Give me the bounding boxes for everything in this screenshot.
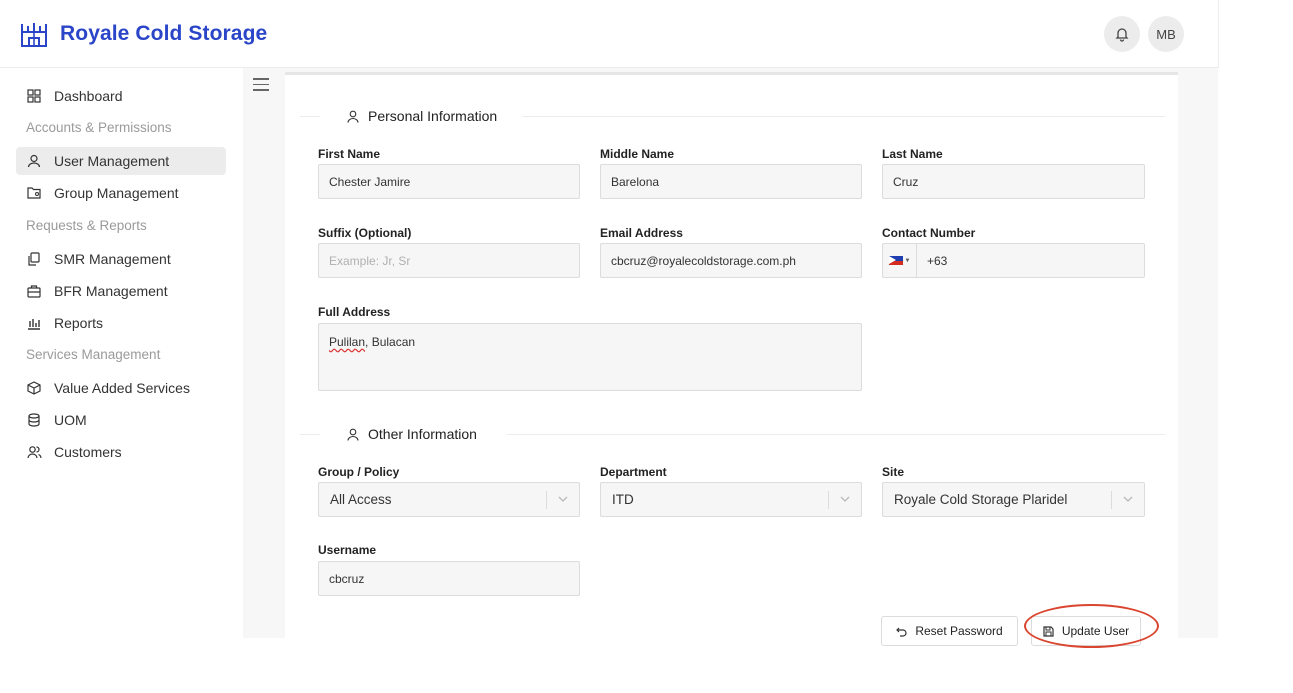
- header-divider: [1218, 0, 1219, 68]
- save-icon: [1043, 625, 1054, 637]
- user-form-card: Personal Information First Name Chester …: [285, 72, 1178, 646]
- sidebar-item-label: Group Management: [54, 185, 179, 201]
- section-divider: [507, 434, 1165, 435]
- last-name-label: Last Name: [882, 147, 943, 161]
- select-divider: [1111, 491, 1112, 509]
- section-divider: [522, 116, 1165, 117]
- user-avatar[interactable]: MB: [1148, 16, 1184, 52]
- department-label: Department: [600, 465, 667, 479]
- undo-icon: [896, 627, 907, 637]
- sidebar: Dashboard Accounts & Permissions User Ma…: [0, 68, 243, 638]
- section-title-text: Other Information: [368, 426, 477, 442]
- sidebar-item-label: Value Added Services: [54, 380, 190, 396]
- sidebar-toggle-column: [243, 68, 285, 638]
- sidebar-item-bfr-management[interactable]: BFR Management: [16, 277, 226, 305]
- notifications-button[interactable]: [1104, 16, 1140, 52]
- full-address-label: Full Address: [318, 305, 391, 319]
- chevron-down-icon: [1123, 496, 1133, 502]
- contact-number-input[interactable]: ▼ +63: [882, 243, 1145, 278]
- philippines-flag-icon: [888, 256, 903, 265]
- sidebar-item-group-management[interactable]: Group Management: [16, 179, 226, 207]
- full-address-textarea[interactable]: Pulilan, Bulacan: [318, 323, 862, 391]
- update-user-button[interactable]: Update User: [1031, 616, 1141, 646]
- chevron-down-icon: [840, 496, 850, 502]
- section-divider: [300, 434, 320, 435]
- address-rest: , Bulacan: [365, 335, 416, 349]
- group-policy-label: Group / Policy: [318, 465, 400, 479]
- middle-name-label: Middle Name: [600, 147, 675, 161]
- sidebar-item-reports[interactable]: Reports: [16, 309, 226, 337]
- select-divider: [546, 491, 547, 509]
- sidebar-item-label: UOM: [54, 412, 87, 428]
- database-icon: [26, 412, 42, 428]
- username-label: Username: [318, 543, 377, 557]
- group-policy-value: All Access: [330, 492, 392, 507]
- select-divider: [828, 491, 829, 509]
- main-content: Personal Information First Name Chester …: [285, 68, 1218, 646]
- contact-number-label: Contact Number: [882, 226, 976, 240]
- group-policy-select[interactable]: All Access: [318, 482, 580, 517]
- sidebar-item-value-added-services[interactable]: Value Added Services: [16, 374, 226, 402]
- bell-icon: [1115, 28, 1129, 42]
- grid-icon: [26, 88, 42, 104]
- sidebar-item-label: BFR Management: [54, 283, 168, 299]
- section-accounts-permissions: Accounts & Permissions: [26, 120, 172, 135]
- chevron-down-icon: [558, 496, 568, 502]
- last-name-input[interactable]: Cruz: [882, 164, 1145, 199]
- hamburger-menu-icon[interactable]: [253, 78, 269, 92]
- brand-logo-icon: [21, 23, 47, 47]
- country-code-selector[interactable]: ▼: [883, 244, 917, 277]
- sidebar-item-label: Reports: [54, 315, 104, 331]
- user-icon: [26, 153, 42, 169]
- sidebar-item-uom[interactable]: UOM: [16, 406, 226, 434]
- user-icon: [347, 428, 359, 441]
- site-value: Royale Cold Storage Plaridel: [894, 492, 1068, 507]
- sidebar-item-label: User Management: [54, 153, 170, 169]
- user-icon: [347, 110, 359, 123]
- username-input[interactable]: cbcruz: [318, 561, 580, 596]
- section-divider: [300, 116, 320, 117]
- copy-icon: [26, 251, 42, 267]
- contact-number-value: +63: [927, 253, 948, 268]
- department-select[interactable]: ITD: [600, 482, 862, 517]
- section-title-text: Personal Information: [368, 108, 498, 124]
- top-header: Royale Cold Storage MB: [0, 0, 1218, 68]
- reset-password-button[interactable]: Reset Password: [881, 616, 1018, 646]
- site-label: Site: [882, 465, 905, 479]
- department-value: ITD: [612, 492, 634, 507]
- site-select[interactable]: Royale Cold Storage Plaridel: [882, 482, 1145, 517]
- caret-down-icon: ▼: [904, 257, 911, 264]
- suffix-label: Suffix (Optional): [318, 226, 412, 240]
- first-name-input[interactable]: Chester Jamire: [318, 164, 580, 199]
- email-input[interactable]: cbcruz@royalecoldstorage.com.ph: [600, 243, 862, 278]
- first-name-label: First Name: [318, 147, 381, 161]
- sidebar-item-label: Dashboard: [54, 88, 123, 104]
- section-requests-reports: Requests & Reports: [26, 218, 147, 233]
- sidebar-item-dashboard[interactable]: Dashboard: [16, 82, 226, 110]
- sidebar-item-user-management[interactable]: User Management: [16, 147, 226, 175]
- bar-chart-icon: [26, 315, 42, 331]
- brand-name: Royale Cold Storage: [60, 22, 268, 45]
- other-information-heading: Other Information: [347, 426, 477, 442]
- cube-icon: [26, 380, 42, 396]
- sidebar-item-customers[interactable]: Customers: [16, 438, 226, 466]
- reset-password-label: Reset Password: [915, 624, 1003, 638]
- email-label: Email Address: [600, 226, 683, 240]
- personal-information-heading: Personal Information: [347, 108, 497, 124]
- sidebar-item-smr-management[interactable]: SMR Management: [16, 245, 226, 273]
- brand[interactable]: Royale Cold Storage: [20, 20, 267, 48]
- briefcase-icon: [26, 283, 42, 299]
- address-misspelled-word: Pulilan: [329, 335, 366, 349]
- folder-user-icon: [26, 185, 42, 201]
- users-icon: [26, 444, 42, 460]
- section-services-management: Services Management: [26, 347, 161, 362]
- suffix-input[interactable]: Example: Jr, Sr: [318, 243, 580, 278]
- middle-name-input[interactable]: Barelona: [600, 164, 862, 199]
- sidebar-item-label: Customers: [54, 444, 122, 460]
- update-user-label: Update User: [1061, 624, 1130, 638]
- sidebar-item-label: SMR Management: [54, 251, 171, 267]
